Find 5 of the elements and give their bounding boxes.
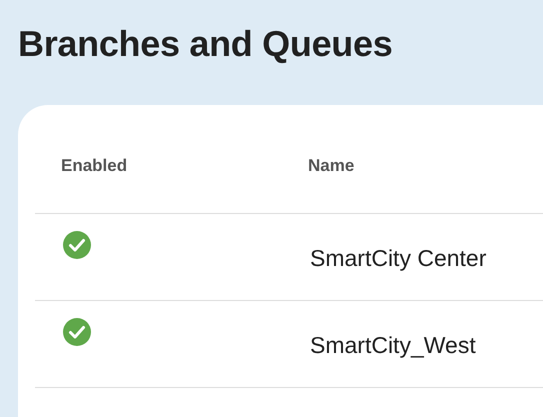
table-cell-text: SmartCity_West xyxy=(310,330,477,358)
column-header: Enabled xyxy=(60,155,128,176)
column-header: Name xyxy=(308,155,356,176)
table-cell-text: SmartCity Center xyxy=(310,244,488,272)
page-title: Branches and Queues xyxy=(17,22,394,65)
